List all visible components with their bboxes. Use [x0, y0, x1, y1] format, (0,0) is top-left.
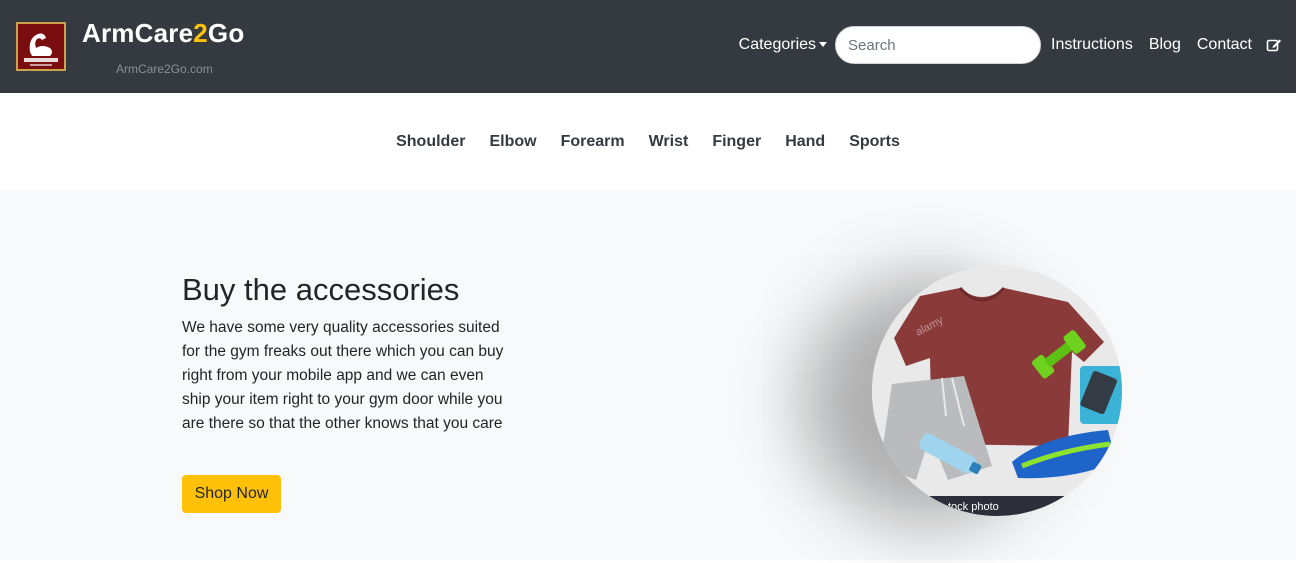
shop-now-button[interactable]: Shop Now [182, 475, 281, 513]
brand-prefix: ArmCare [82, 18, 194, 48]
brand-two: 2 [193, 18, 208, 48]
top-navbar: ArmCare2Go ArmCare2Go.com Categories Ins… [0, 0, 1296, 93]
nav-right: Categories Instructions Blog Contact [731, 26, 1282, 64]
category-shoulder[interactable]: Shoulder [384, 133, 477, 151]
category-sports[interactable]: Sports [837, 133, 912, 151]
nav-link-instructions[interactable]: Instructions [1043, 36, 1141, 54]
brand-name[interactable]: ArmCare2Go [82, 18, 244, 49]
armcare-logo[interactable] [16, 22, 66, 71]
edit-icon[interactable] [1266, 37, 1282, 53]
category-bar: Shoulder Elbow Forearm Wrist Finger Hand… [0, 93, 1296, 190]
search-input[interactable] [835, 26, 1042, 64]
hero-description: We have some very quality accessories su… [182, 319, 504, 432]
categories-dropdown[interactable]: Categories [731, 36, 835, 54]
category-forearm[interactable]: Forearm [549, 133, 637, 151]
category-wrist[interactable]: Wrist [637, 133, 701, 151]
category-elbow[interactable]: Elbow [477, 133, 548, 151]
accessories-image: tock photo alamy [872, 266, 1122, 516]
brand-suffix: Go [207, 18, 245, 48]
caret-down-icon [819, 42, 828, 48]
hero-title: Buy the accessories [182, 272, 460, 307]
categories-label: Categories [738, 36, 817, 53]
category-finger[interactable]: Finger [700, 133, 773, 151]
category-hand[interactable]: Hand [773, 133, 837, 151]
image-caption: tock photo [948, 501, 999, 513]
nav-link-blog[interactable]: Blog [1141, 36, 1189, 54]
hero-section: Buy the accessories We have some very qu… [0, 190, 1296, 560]
nav-link-contact[interactable]: Contact [1189, 36, 1260, 54]
brand-subtitle: ArmCare2Go.com [116, 62, 213, 76]
